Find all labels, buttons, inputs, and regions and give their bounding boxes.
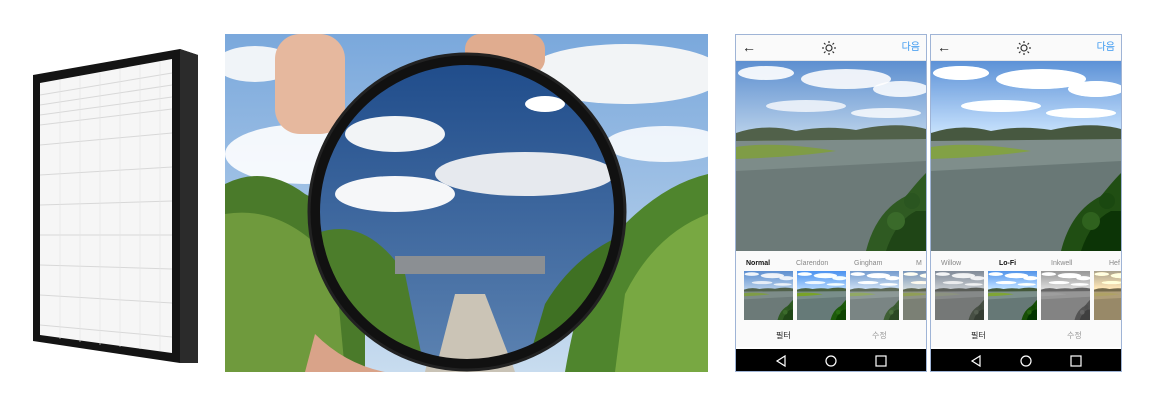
filter-label[interactable]: Normal xyxy=(746,259,770,269)
tab-edit[interactable]: 수정 xyxy=(872,331,887,341)
filter-thumbnail[interactable] xyxy=(935,271,984,320)
sun-icon[interactable] xyxy=(821,40,837,56)
filter-thumbnail[interactable] xyxy=(1041,271,1090,320)
arrow-left-icon[interactable]: ← xyxy=(742,39,756,55)
filter-label[interactable]: Hef xyxy=(1109,259,1120,269)
filter-thumbnail[interactable] xyxy=(850,271,899,320)
filter-label[interactable]: M xyxy=(916,259,922,269)
android-nav-bar xyxy=(736,349,926,371)
bottom-tabs: 필터 수정 xyxy=(931,325,1121,347)
composite-image: ← 다음 Normal Clarendon Gingham M 필터 수정 ← … xyxy=(0,0,1158,404)
top-bar: ← 다음 xyxy=(931,35,1121,61)
android-nav-bar xyxy=(931,349,1121,371)
filter-thumbnail[interactable] xyxy=(1094,271,1121,320)
filter-thumbnail[interactable] xyxy=(988,271,1037,320)
filter-thumbnail[interactable] xyxy=(903,271,926,320)
phone-screen-right: ← 다음 Willow Lo-Fi Inkwell Hef 필터 수정 xyxy=(930,34,1122,372)
circle-home-icon[interactable] xyxy=(824,354,838,368)
top-bar: ← 다음 xyxy=(736,35,926,61)
filter-label[interactable]: Clarendon xyxy=(796,259,828,269)
sun-icon[interactable] xyxy=(1016,40,1032,56)
next-button[interactable]: 다음 xyxy=(1097,41,1115,55)
triangle-back-icon[interactable] xyxy=(774,354,788,368)
tab-filter[interactable]: 필터 xyxy=(971,331,986,341)
filter-label[interactable]: Gingham xyxy=(854,259,882,269)
phone-screen-left: ← 다음 Normal Clarendon Gingham M 필터 수정 xyxy=(735,34,927,372)
photo-preview xyxy=(736,61,926,251)
arrow-left-icon[interactable]: ← xyxy=(937,39,951,55)
photo-preview xyxy=(931,61,1121,251)
square-recents-icon[interactable] xyxy=(1069,354,1083,368)
next-button[interactable]: 다음 xyxy=(902,41,920,55)
filter-thumbnail[interactable] xyxy=(744,271,793,320)
tab-filter[interactable]: 필터 xyxy=(776,331,791,341)
filter-thumbnail[interactable] xyxy=(797,271,846,320)
bottom-tabs: 필터 수정 xyxy=(736,325,926,347)
air-filter-image xyxy=(30,45,200,365)
filter-label[interactable]: Inkwell xyxy=(1051,259,1072,269)
triangle-back-icon[interactable] xyxy=(969,354,983,368)
filter-label[interactable]: Willow xyxy=(941,259,961,269)
filter-label[interactable]: Lo-Fi xyxy=(999,259,1016,269)
polarizer-lens-photo xyxy=(225,34,708,372)
tab-edit[interactable]: 수정 xyxy=(1067,331,1082,341)
circle-home-icon[interactable] xyxy=(1019,354,1033,368)
square-recents-icon[interactable] xyxy=(874,354,888,368)
